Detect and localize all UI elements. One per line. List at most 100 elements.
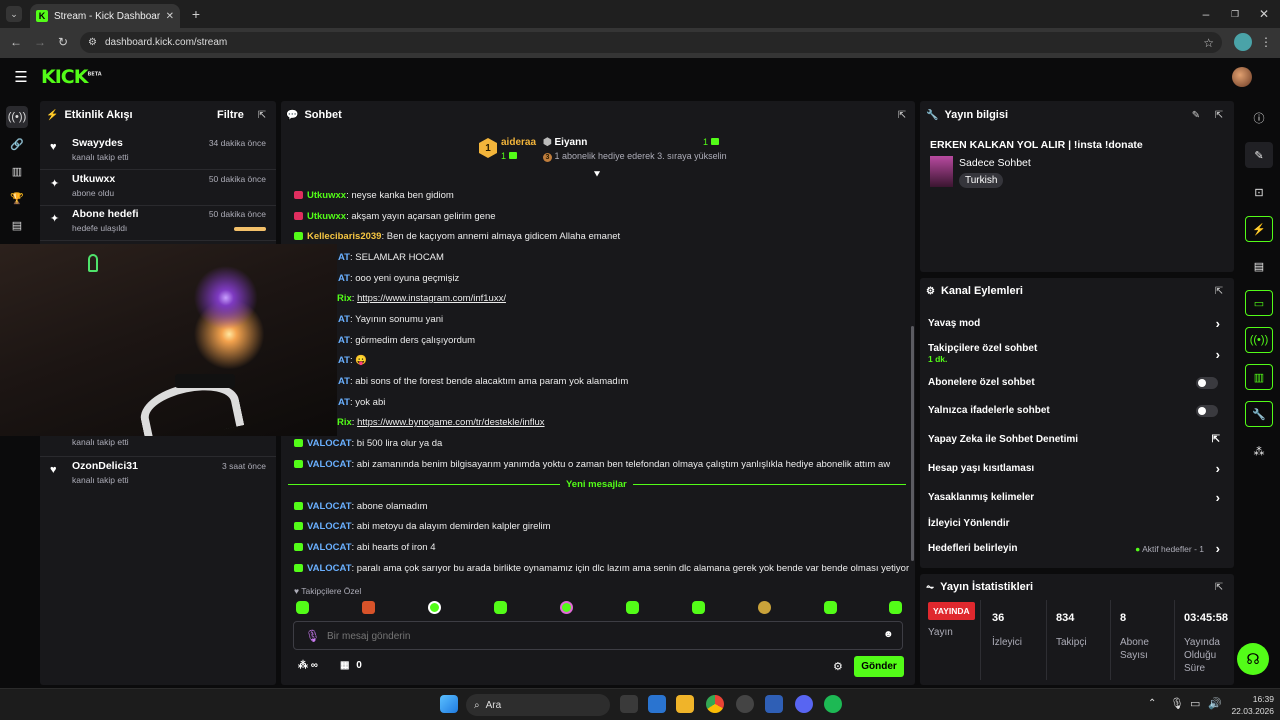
chat-message[interactable]: Kellecibaris2039: Ben de kaçıyom annemi … bbox=[294, 231, 620, 242]
emote-icon[interactable] bbox=[824, 601, 837, 614]
chat-username[interactable]: AT bbox=[338, 376, 350, 387]
new-tab-icon[interactable]: + bbox=[188, 6, 204, 22]
chat-username[interactable]: AT bbox=[338, 314, 350, 325]
channel-actions-popout-icon[interactable]: ⇱ bbox=[1212, 284, 1226, 298]
emote-icon[interactable] bbox=[560, 601, 573, 614]
chat-message[interactable]: VALOCAT: abi hearts of iron 4 bbox=[294, 542, 435, 553]
notes-icon[interactable]: ▤ bbox=[1245, 253, 1273, 279]
second-user[interactable]: ⬢ Eiyann bbox=[543, 137, 587, 148]
tab-search-icon[interactable]: ⌄ bbox=[6, 6, 22, 22]
kick-logo[interactable]: KICKBETA bbox=[41, 66, 102, 88]
file-explorer-icon[interactable] bbox=[676, 695, 694, 713]
chat-icon[interactable]: ▭ bbox=[1245, 290, 1273, 316]
edit-pencil-icon[interactable]: ✎ bbox=[1189, 108, 1203, 122]
emote-icon[interactable] bbox=[494, 601, 507, 614]
slow-mode-row[interactable]: Yavaş mod › bbox=[928, 316, 1226, 331]
emote-icon[interactable] bbox=[428, 601, 441, 614]
send-button[interactable]: Gönder bbox=[854, 656, 904, 677]
chat-username[interactable]: AT bbox=[338, 355, 350, 366]
chat-username[interactable]: Kellecibaris2039 bbox=[307, 231, 381, 242]
chat-username[interactable]: VALOCAT bbox=[307, 521, 352, 532]
microphone-icon[interactable]: 🎙 bbox=[305, 629, 320, 643]
chat-message[interactable]: Rix: https://www.instagram.com/inf1uxx/ bbox=[337, 293, 506, 304]
account-age-row[interactable]: Hesap yaşı kısıtlaması › bbox=[928, 461, 1226, 476]
spotify-icon[interactable] bbox=[824, 695, 842, 713]
category-thumbnail[interactable] bbox=[930, 156, 953, 187]
store-icon[interactable] bbox=[648, 695, 666, 713]
stats-popout-icon[interactable]: ⇱ bbox=[1212, 580, 1226, 594]
subscribers-only-toggle[interactable] bbox=[1196, 376, 1218, 389]
emote-only-toggle[interactable] bbox=[1196, 404, 1218, 417]
chat-username[interactable]: Rix bbox=[337, 293, 352, 304]
chat-username[interactable]: Rix bbox=[337, 417, 352, 428]
tray-network-icon[interactable]: ▭ bbox=[1190, 697, 1200, 710]
profile-avatar[interactable] bbox=[1234, 33, 1252, 51]
chat-message[interactable]: Utkuwxx: akşam yayın açarsan gelirim gen… bbox=[294, 211, 496, 222]
chat-message[interactable]: AT: 😛 bbox=[338, 355, 367, 366]
emote-only-row[interactable]: Yalnızca ifadelerle sohbet bbox=[928, 404, 1226, 417]
chat-message[interactable]: VALOCAT: bi 500 lira olur ya da bbox=[294, 438, 442, 449]
lightning-icon[interactable]: ⚡ bbox=[1245, 216, 1273, 242]
shop-display[interactable]: ▦ 0 bbox=[340, 660, 362, 671]
clock[interactable]: 16:39 22.03.2026 bbox=[1226, 693, 1274, 717]
media-nav-icon[interactable]: ▤ bbox=[6, 214, 28, 236]
restore-icon[interactable]: ❐ bbox=[1227, 6, 1243, 22]
followers-only-row[interactable]: Takipçilere özel sohbet 1 dk. › bbox=[928, 343, 1226, 364]
chat-message[interactable]: Utkuwxx: neyse kanka ben gidiom bbox=[294, 190, 454, 201]
menu-icon[interactable]: ⋮ bbox=[1259, 34, 1273, 50]
banned-words-row[interactable]: Yasaklanmış kelimeler › bbox=[928, 490, 1226, 505]
activity-item[interactable]: ♥ OzonDelici31 kanalı takip etti 3 saat … bbox=[40, 457, 276, 493]
collapse-arrow-icon[interactable]: ⯆ bbox=[591, 169, 603, 181]
chat-message[interactable]: AT: görmedim ders çalışıyordum bbox=[338, 335, 475, 346]
subscribers-only-row[interactable]: Abonelere özel sohbet bbox=[928, 376, 1226, 389]
chat-username[interactable]: VALOCAT bbox=[307, 501, 352, 512]
apps-icon[interactable]: ⁂ bbox=[1245, 438, 1273, 464]
chat-message[interactable]: VALOCAT: abi zamanında benim bilgisayarı… bbox=[294, 459, 890, 470]
points-display[interactable]: ⁂ ∞ bbox=[298, 660, 318, 671]
chat-message[interactable]: AT: ooo yeni oyuna geçmişiz bbox=[338, 273, 459, 284]
chat-message[interactable]: AT: abi sons of the forest bende alacakt… bbox=[338, 376, 628, 387]
chat-scrollbar[interactable] bbox=[911, 326, 914, 561]
stream-nav-icon[interactable]: ((•)) bbox=[6, 106, 28, 128]
tray-volume-icon[interactable]: 🔊 bbox=[1208, 697, 1222, 710]
tools-icon[interactable]: 🔧 bbox=[1245, 401, 1273, 427]
goals-row[interactable]: Hedefleri belirleyin ● Aktif hedefler - 1… bbox=[928, 541, 1226, 556]
chat-username[interactable]: AT bbox=[338, 335, 350, 346]
chat-message[interactable]: VALOCAT: abi metoyu da alayım demirden k… bbox=[294, 521, 551, 532]
taskbar-search[interactable]: ⌕ Ara bbox=[466, 694, 610, 716]
chat-username[interactable]: AT bbox=[338, 273, 350, 284]
chat-message[interactable]: AT: yok abi bbox=[338, 397, 385, 408]
user-avatar[interactable] bbox=[1232, 67, 1252, 87]
pencil-icon[interactable]: ✎ bbox=[1245, 142, 1273, 168]
leader-name[interactable]: aideraa bbox=[501, 137, 536, 148]
focus-icon[interactable]: ⊡ bbox=[1245, 179, 1273, 205]
activity-item[interactable]: ✦ Abone hedefi hedefe ulaşıldı 50 dakika… bbox=[40, 205, 276, 241]
url-field[interactable]: ⚙ dashboard.kick.com/stream ☆ bbox=[80, 32, 1222, 53]
emote-icon[interactable] bbox=[692, 601, 705, 614]
broadcast-icon[interactable]: ((•)) bbox=[1245, 327, 1273, 353]
popout-icon[interactable]: ⇱ bbox=[255, 108, 269, 122]
app-icon[interactable] bbox=[736, 695, 754, 713]
layout-icon[interactable]: ▥ bbox=[1245, 364, 1273, 390]
chat-message-input[interactable] bbox=[327, 628, 867, 644]
category-name[interactable]: Sadece Sohbet bbox=[959, 157, 1031, 169]
emote-icon[interactable] bbox=[889, 601, 902, 614]
chat-settings-icon[interactable]: ⚙ bbox=[833, 660, 843, 673]
chat-message[interactable]: VALOCAT: paralı ama çok sarıyor bu arada… bbox=[294, 563, 909, 574]
hamburger-menu-icon[interactable]: ☰ bbox=[13, 69, 29, 86]
back-icon[interactable]: ← bbox=[8, 34, 24, 50]
activity-item[interactable]: ♥ Swayydes kanalı takip etti 34 dakika ö… bbox=[40, 134, 276, 170]
tray-mic-icon[interactable]: 🎙 bbox=[1170, 697, 1184, 710]
links-nav-icon[interactable]: 🔗 bbox=[6, 133, 28, 155]
close-tab-icon[interactable]: ✕ bbox=[166, 11, 174, 22]
host-row[interactable]: İzleyici Yönlendir bbox=[928, 518, 1226, 529]
reload-icon[interactable]: ↻ bbox=[55, 34, 71, 50]
chat-link[interactable]: https://www.bynogame.com/tr/destekle/inf… bbox=[357, 417, 544, 428]
chat-message[interactable]: Rix: https://www.bynogame.com/tr/destekl… bbox=[337, 417, 545, 428]
windows-start-icon[interactable] bbox=[440, 695, 458, 713]
site-info-icon[interactable]: ⚙ bbox=[88, 37, 97, 48]
analytics-nav-icon[interactable]: ▥ bbox=[6, 160, 28, 182]
chat-message[interactable]: AT: Yayının sonumu yani bbox=[338, 314, 443, 325]
chat-message[interactable]: VALOCAT: abone olamadım bbox=[294, 501, 428, 512]
close-window-icon[interactable]: ✕ bbox=[1256, 6, 1272, 22]
